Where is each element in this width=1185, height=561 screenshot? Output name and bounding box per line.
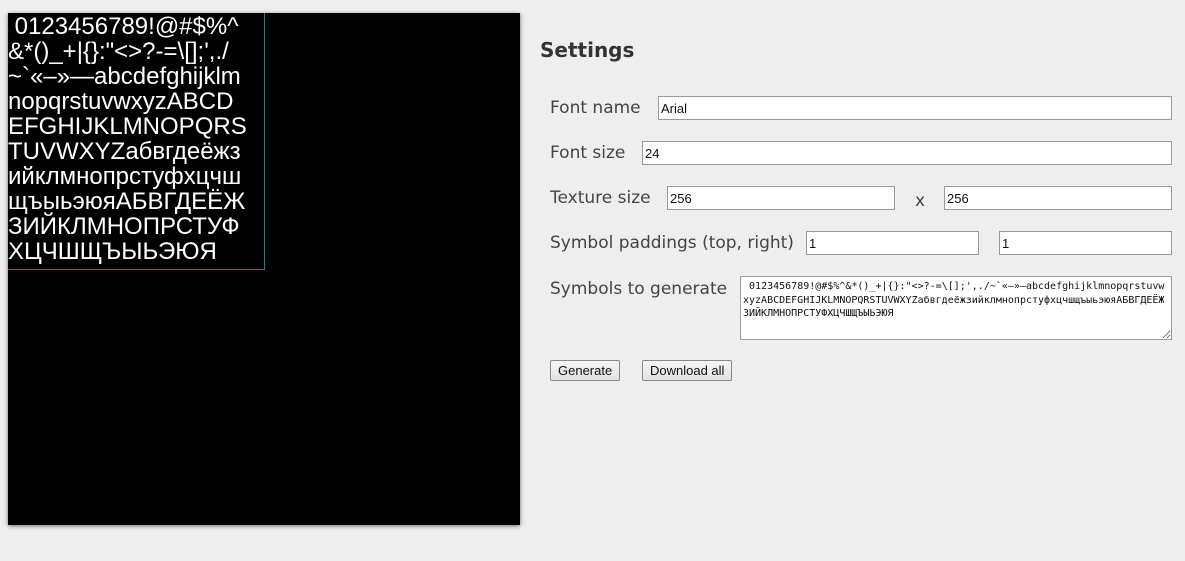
texture-row: EFGHIJKLMNOPQRS (8, 113, 247, 140)
texture-row: ~`«–»—abcdefghijklm (8, 63, 241, 90)
texture-canvas: 0123456789!@#$%^ &*()_+|{}:"<>?-=\[];',.… (8, 13, 520, 525)
padding-top-input[interactable] (806, 231, 979, 255)
symbols-to-generate-label: Symbols to generate (550, 279, 728, 299)
symbol-paddings-label: Symbol paddings (top, right) (550, 233, 794, 253)
texture-atlas: 0123456789!@#$%^ &*()_+|{}:"<>?-=\[];',.… (8, 13, 265, 270)
texture-row: TUVWXYZабвгдеёжз (8, 138, 241, 165)
texture-row: ЗИЙКЛМНОПРСТУФ (8, 213, 240, 240)
padding-right-input[interactable] (999, 231, 1172, 255)
settings-title: Settings (540, 38, 635, 62)
symbols-textarea[interactable]: 0123456789!@#$%^&*()_+|{}:"<>?-=\[];',./… (740, 276, 1172, 340)
texture-row: ХЦЧШЩЪЫЬЭЮЯ (8, 238, 217, 265)
texture-size-separator: x (915, 191, 926, 211)
texture-row: 0123456789!@#$%^ (8, 13, 239, 40)
texture-width-input[interactable] (667, 186, 895, 210)
font-size-input[interactable] (642, 141, 1172, 165)
generate-button[interactable]: Generate (550, 360, 621, 381)
texture-row: ийклмнопрстуфхцчш (8, 163, 242, 190)
texture-size-label: Texture size (550, 188, 651, 208)
font-name-input[interactable] (658, 96, 1172, 120)
texture-row: &*()_+|{}:"<>?-=\[];',./ (8, 38, 229, 65)
texture-height-input[interactable] (944, 186, 1172, 210)
texture-row: nopqrstuvwxyzABCD (8, 88, 234, 115)
font-size-label: Font size (550, 143, 626, 163)
texture-row: щъыьэюяАБВГДЕЁЖ (8, 188, 246, 215)
download-all-button[interactable]: Download all (642, 360, 733, 381)
font-name-label: Font name (550, 98, 641, 118)
